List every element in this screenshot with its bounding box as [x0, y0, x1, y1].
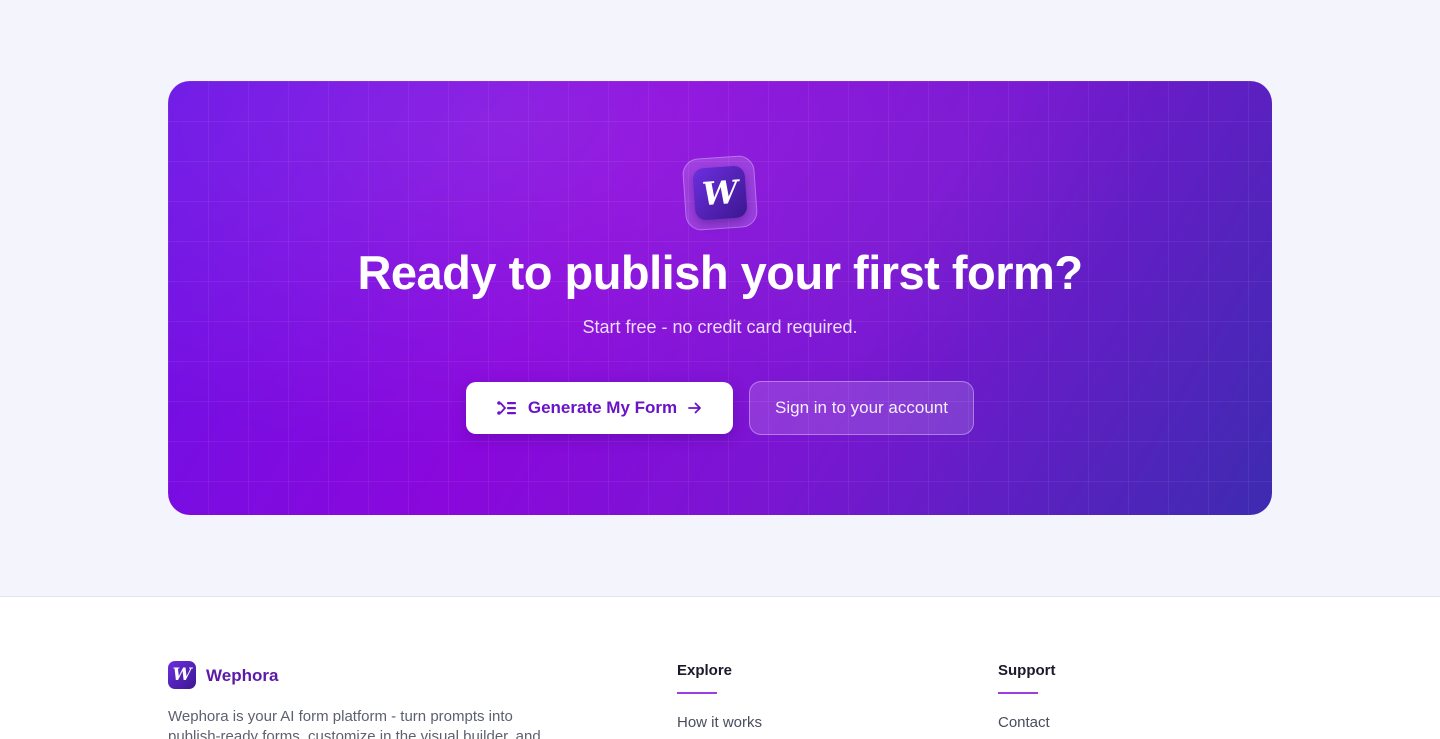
footer-link-contact[interactable]: Contact: [998, 714, 1050, 731]
footer-column-title-support: Support: [998, 662, 1056, 679]
footer-link-how-it-works[interactable]: How it works: [677, 714, 762, 731]
footer-column-underline: [998, 692, 1038, 694]
cta-card: W Ready to publish your first form? Star…: [168, 81, 1272, 515]
footer: W Wephora Wephora is your AI form platfo…: [0, 596, 1440, 739]
app-logo-icon: W: [692, 165, 748, 221]
app-logo-badge: W: [681, 154, 759, 232]
arrow-right-icon: [688, 402, 702, 414]
sign-in-button[interactable]: Sign in to your account: [749, 381, 974, 435]
flow-icon: [497, 401, 516, 415]
footer-logo-icon: W: [168, 661, 196, 689]
cta-title: Ready to publish your first form?: [357, 246, 1083, 299]
cta-subtitle: Start free - no credit card required.: [582, 317, 858, 337]
footer-brand-name[interactable]: Wephora: [206, 666, 278, 686]
sign-in-label: Sign in to your account: [775, 398, 948, 417]
footer-column-title-explore: Explore: [677, 662, 733, 679]
footer-column-underline: [677, 692, 717, 694]
generate-form-label: Generate My Form: [527, 398, 678, 417]
cta-section: W Ready to publish your first form? Star…: [0, 0, 1440, 596]
footer-description: Wephora is your AI form platform - turn …: [168, 708, 541, 739]
generate-form-button[interactable]: Generate My Form: [466, 382, 733, 434]
